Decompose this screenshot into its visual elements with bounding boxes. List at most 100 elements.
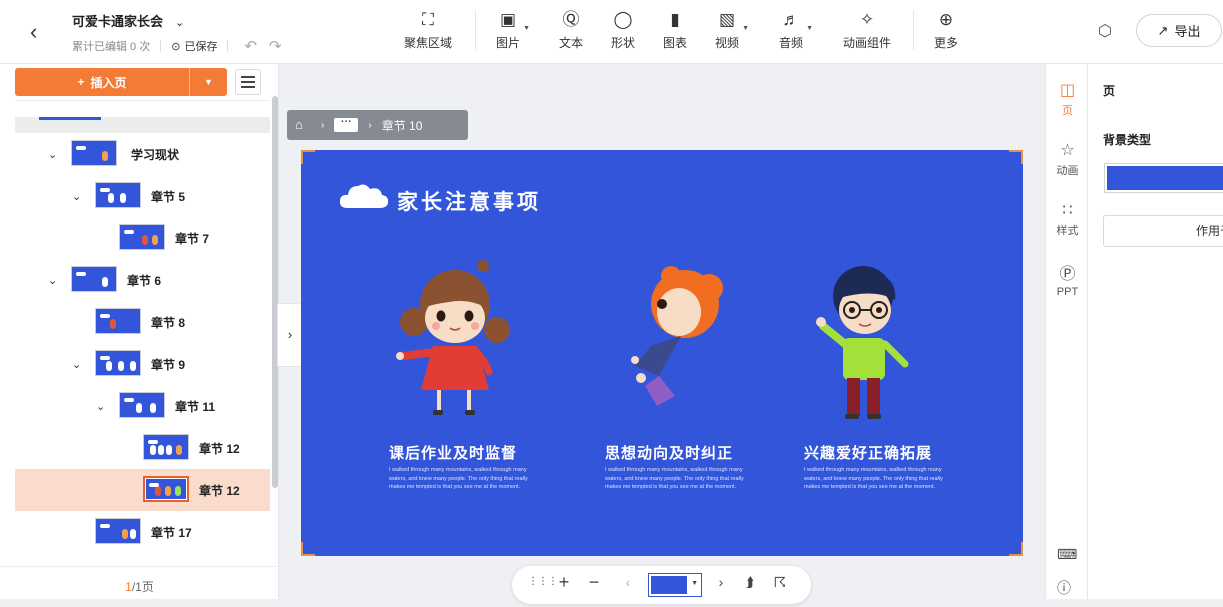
text-icon: Ⓠ xyxy=(562,10,580,29)
slide-thumbnail[interactable] xyxy=(143,476,189,502)
tree-item[interactable]: ⌄ 学习现状 xyxy=(15,133,270,175)
tree-item[interactable]: 章节 8 xyxy=(15,301,270,343)
export-button[interactable]: ↗ 导出 xyxy=(1136,14,1222,47)
slide-caption[interactable]: 思想动向及时纠正 xyxy=(605,442,733,463)
tree-item[interactable]: 章节 17 xyxy=(15,511,270,553)
home-icon[interactable]: ⌂ xyxy=(295,117,311,133)
tree-item-selected[interactable]: 章节 12 xyxy=(15,469,270,511)
zoom-in-icon[interactable]: + xyxy=(554,572,574,592)
settings-icon[interactable]: ⬡ xyxy=(1098,21,1112,41)
slide-description[interactable]: I walked through many mountains, walked … xyxy=(389,466,539,492)
apply-to-button[interactable]: 作用于 xyxy=(1103,215,1223,247)
ppt-icon: Ⓟ xyxy=(1059,266,1076,283)
tree-item-label: 章节 5 xyxy=(151,189,186,204)
chevron-down-icon[interactable]: ▼ xyxy=(523,25,530,32)
document-title[interactable]: 可爱卡通家长会 ⌄ xyxy=(72,11,184,30)
slide-thumbnail[interactable] xyxy=(95,182,141,208)
outline-menu-button[interactable] xyxy=(235,69,261,95)
chevron-right-icon[interactable]: › xyxy=(711,572,731,592)
slide-canvas[interactable]: 家长注意事项 课后作业及时监督 I walked through many mo… xyxy=(301,150,1023,556)
tree-item-label: 学习现状 xyxy=(131,147,180,162)
chevron-down-icon[interactable]: ⌄ xyxy=(72,190,81,203)
tab-page[interactable]: ◫ 页 xyxy=(1046,80,1089,118)
tab-animation[interactable]: ☆ 动画 xyxy=(1046,140,1089,178)
tool-focus-area[interactable]: ⛶ 聚焦区域 xyxy=(404,9,452,51)
slide-thumbnail[interactable] xyxy=(95,350,141,376)
puzzle-icon: ✧ xyxy=(859,10,875,29)
shortcut-icon[interactable]: ⌨ xyxy=(1057,546,1077,563)
boy-character-image[interactable] xyxy=(621,262,741,422)
slide-description[interactable]: I walked through many mountains, walked … xyxy=(804,466,954,492)
girl-character-image[interactable] xyxy=(393,260,523,420)
tree-item-label: 章节 7 xyxy=(175,231,210,246)
slide-thumbnail[interactable] xyxy=(119,392,165,418)
chevron-down-icon[interactable]: ▼ xyxy=(806,25,813,32)
insert-page-button[interactable]: + 插入页 ▼ xyxy=(15,68,227,96)
outline-scrollbar[interactable] xyxy=(272,96,278,488)
chevron-down-icon[interactable]: ⌄ xyxy=(96,400,105,413)
tool-video[interactable]: ▧ 视频 ▼ xyxy=(715,9,749,51)
redo-icon[interactable]: ↷ xyxy=(269,37,282,55)
slide-title[interactable]: 家长注意事项 xyxy=(397,186,541,216)
unlock-icon[interactable]: ☈ xyxy=(770,572,790,592)
slide-thumbnail[interactable] xyxy=(143,434,189,460)
chevron-left-icon[interactable]: ‹ xyxy=(618,572,638,592)
tool-more[interactable]: ⊕ 更多 xyxy=(934,9,958,51)
return-up-icon[interactable]: ⮭ xyxy=(740,572,760,592)
document-title-text[interactable]: 可爱卡通家长会 xyxy=(72,14,163,29)
tree-item[interactable]: 章节 12 xyxy=(15,427,270,469)
chevron-down-icon[interactable]: ⌄ xyxy=(72,358,81,371)
tab-label: 动画 xyxy=(1056,165,1079,177)
boy-with-glasses-character-image[interactable] xyxy=(809,260,919,425)
slide-description[interactable]: I walked through many mountains, walked … xyxy=(605,466,755,492)
tool-image[interactable]: ▣ 图片 ▼ xyxy=(496,9,530,51)
slide-thumbnail[interactable] xyxy=(71,266,117,292)
chevron-down-icon[interactable]: ▼ xyxy=(189,68,227,96)
tree-item[interactable]: ⌄ 章节 6 xyxy=(15,259,270,301)
undo-icon[interactable]: ↶ xyxy=(244,37,257,55)
tree-item[interactable]: ⌄ 章节 9 xyxy=(15,343,270,385)
slide-caption[interactable]: 兴趣爱好正确拓展 xyxy=(804,442,932,463)
divider xyxy=(913,10,914,50)
image-icon: ▣ xyxy=(499,10,517,29)
tab-style[interactable]: ∷ 样式 xyxy=(1046,200,1089,238)
breadcrumb-more[interactable]: ··· xyxy=(334,117,359,132)
tool-text[interactable]: Ⓠ 文本 xyxy=(559,9,583,51)
slide-thumbnail[interactable] xyxy=(71,140,117,166)
zoom-out-icon[interactable]: − xyxy=(584,572,604,592)
help-icon[interactable]: ⓘ xyxy=(1057,578,1071,598)
grid-dots-icon[interactable]: ⋮⋮⋮ xyxy=(528,572,558,592)
tool-audio[interactable]: ♬ 音频 ▼ xyxy=(779,9,813,51)
tree-item[interactable]: ⌄ 章节 11 xyxy=(15,385,270,427)
insert-page-main[interactable]: + 插入页 xyxy=(15,68,189,96)
current-page-selector[interactable]: ▼ xyxy=(648,573,702,597)
tab-label: 页 xyxy=(1062,105,1073,117)
chevron-down-icon[interactable]: ⌄ xyxy=(175,17,184,29)
tool-animation-component[interactable]: ✧ 动画组件 xyxy=(843,9,891,51)
tree-item-label: 章节 9 xyxy=(151,357,186,372)
export-icon: ↗ xyxy=(1157,22,1169,38)
panel-title: 页 xyxy=(1103,84,1116,98)
chevron-down-icon[interactable]: ▼ xyxy=(742,25,749,32)
tool-shape[interactable]: ◯ 形状 xyxy=(611,9,635,51)
background-color-picker[interactable] xyxy=(1104,163,1223,193)
chevron-down-icon[interactable]: ⌄ xyxy=(48,148,57,161)
focus-icon: ⛶ xyxy=(422,10,434,29)
back-icon[interactable]: ‹ xyxy=(30,20,50,44)
tab-ppt[interactable]: Ⓟ PPT xyxy=(1046,260,1089,298)
page-tree: ⌄ 学习现状 ⌄ 章节 5 章节 7 ⌄ 章节 6 章节 8 ⌄ 章节 9 ⌄ … xyxy=(15,100,270,566)
expand-panel-button[interactable]: › xyxy=(277,303,303,367)
slide-thumbnail[interactable] xyxy=(95,308,141,334)
tree-item[interactable]: ⌄ 章节 5 xyxy=(15,175,270,217)
tree-item-partial[interactable] xyxy=(15,117,270,133)
slide-caption[interactable]: 课后作业及时监督 xyxy=(389,442,517,463)
tree-item[interactable]: 章节 7 xyxy=(15,217,270,259)
breadcrumb-current[interactable]: 章节 10 xyxy=(382,117,423,134)
slide-thumbnail[interactable] xyxy=(119,224,165,250)
slide-thumbnail[interactable] xyxy=(95,518,141,544)
tool-label: 更多 xyxy=(934,36,959,50)
chevron-down-icon[interactable]: ⌄ xyxy=(48,274,57,287)
tool-label: 图表 xyxy=(663,36,688,50)
tool-label: 形状 xyxy=(611,36,636,50)
tool-chart[interactable]: ▮ 图表 xyxy=(663,9,687,51)
